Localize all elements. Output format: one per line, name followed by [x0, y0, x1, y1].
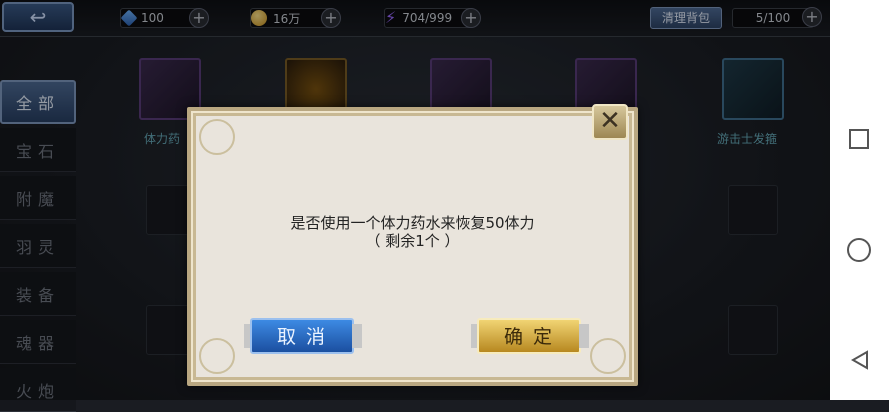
back-triangle-icon[interactable] [850, 350, 870, 370]
close-icon: ✕ [599, 106, 621, 136]
recent-apps-icon[interactable] [849, 129, 869, 149]
ornament-decoration [199, 119, 235, 155]
system-nav-bar [830, 0, 889, 400]
confirm-button[interactable]: 确定 [477, 318, 581, 354]
message-line-1: 是否使用一个体力药水来恢复50体力 [290, 214, 535, 232]
wing-decoration [352, 324, 362, 348]
ornament-decoration [199, 338, 235, 374]
home-icon[interactable] [847, 238, 871, 262]
dialog-message: 是否使用一个体力药水来恢复50体力 （ 剩余1个 ） [187, 214, 638, 250]
close-dialog-button[interactable]: ✕ [592, 104, 628, 140]
message-line-2: （ 剩余1个 ） [365, 232, 460, 250]
ornament-decoration [590, 338, 626, 374]
wing-decoration [579, 324, 589, 348]
cancel-button[interactable]: 取消 [250, 318, 354, 354]
